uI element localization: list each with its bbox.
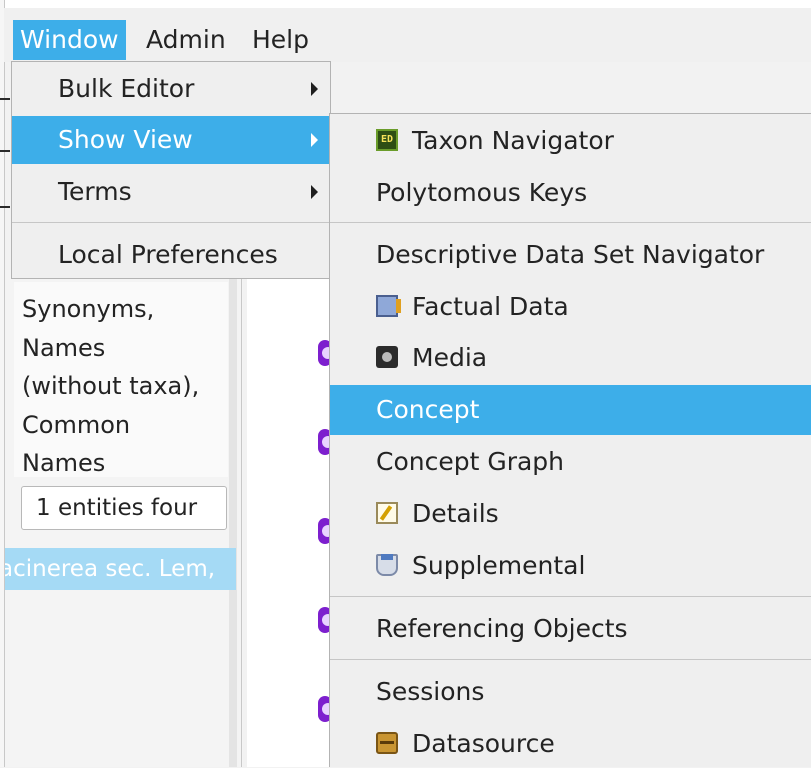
- menu-item-supplemental[interactable]: Supplemental: [330, 542, 811, 590]
- submenu-arrow-icon: [311, 185, 318, 199]
- menu-item-descriptive-data-set-navigator[interactable]: Descriptive Data Set Navigator: [330, 231, 811, 279]
- menu-item-referencing-objects[interactable]: Referencing Objects: [330, 605, 811, 653]
- show-view-submenu: ED Taxon Navigator Polytomous Keys Descr…: [329, 113, 811, 767]
- menu-item-label: Datasource: [412, 729, 555, 758]
- search-scope-text: Synonyms, Names (without taxa), Common N…: [22, 295, 200, 477]
- menu-item-label: Sessions: [376, 677, 485, 706]
- clipped-ui-fragment: [0, 150, 10, 162]
- clipped-ui-fragment: [0, 98, 10, 110]
- editor-content-area: [247, 270, 329, 767]
- submenu-arrow-icon: [311, 133, 318, 147]
- taxon-navigator-icon: ED: [376, 129, 398, 151]
- menu-separator: [330, 596, 811, 597]
- menu-item-polytomous-keys[interactable]: Polytomous Keys: [330, 169, 811, 217]
- menu-item-label: Concept: [376, 395, 480, 424]
- menu-item-factual-data[interactable]: Factual Data: [330, 283, 811, 331]
- supplemental-icon: [376, 554, 398, 576]
- window-menu: Bulk Editor Show View Terms Local Prefer…: [11, 61, 331, 279]
- menu-item-label: Local Preferences: [58, 240, 278, 269]
- menu-item-label: Bulk Editor: [58, 74, 195, 103]
- menu-item-datasource[interactable]: Datasource: [330, 720, 811, 768]
- menu-item-taxon-navigator[interactable]: ED Taxon Navigator: [330, 117, 811, 165]
- menu-item-label: Media: [412, 343, 488, 372]
- menu-item-label: Taxon Navigator: [412, 126, 614, 155]
- menu-help[interactable]: Help: [245, 20, 316, 60]
- selected-result-row[interactable]: acinerea sec. Lem,: [5, 548, 236, 590]
- menu-item-label: Descriptive Data Set Navigator: [376, 240, 765, 269]
- menu-admin[interactable]: Admin: [139, 20, 233, 60]
- menu-item-media[interactable]: Media: [330, 334, 811, 382]
- menu-item-show-view[interactable]: Show View: [12, 116, 330, 164]
- menu-item-label: Referencing Objects: [376, 614, 628, 643]
- menu-item-bulk-editor[interactable]: Bulk Editor: [12, 65, 330, 113]
- details-icon: [376, 502, 398, 524]
- panel-scrollbar[interactable]: [229, 278, 237, 767]
- menu-item-local-preferences[interactable]: Local Preferences: [12, 231, 330, 279]
- menu-item-label: Polytomous Keys: [376, 178, 588, 207]
- menu-item-concept-graph[interactable]: Concept Graph: [330, 438, 811, 486]
- result-count-field: 1 entities four: [21, 486, 227, 530]
- camera-icon: [376, 346, 398, 368]
- submenu-arrow-icon: [311, 82, 318, 96]
- menu-item-label: Supplemental: [412, 551, 586, 580]
- menu-window[interactable]: Window: [13, 20, 126, 60]
- menu-item-label: Concept Graph: [376, 447, 565, 476]
- menu-item-terms[interactable]: Terms: [12, 168, 330, 216]
- window-frame-top: [0, 0, 811, 8]
- menu-item-concept[interactable]: Concept: [330, 385, 811, 435]
- clipped-ui-fragment: [0, 206, 10, 218]
- datasource-icon: [376, 732, 398, 754]
- menu-item-label: Factual Data: [412, 292, 569, 321]
- panel-divider[interactable]: [241, 270, 242, 767]
- menu-item-details[interactable]: Details: [330, 490, 811, 538]
- menu-item-label: Details: [412, 499, 499, 528]
- menu-bar: Window Admin Help: [4, 8, 811, 62]
- factual-data-icon: [376, 295, 401, 317]
- menu-item-label: Show View: [58, 125, 193, 154]
- menu-separator: [330, 222, 811, 223]
- menu-separator: [330, 659, 811, 660]
- menu-separator: [12, 222, 330, 223]
- menu-item-sessions[interactable]: Sessions: [330, 668, 811, 716]
- menu-item-label: Terms: [58, 177, 132, 206]
